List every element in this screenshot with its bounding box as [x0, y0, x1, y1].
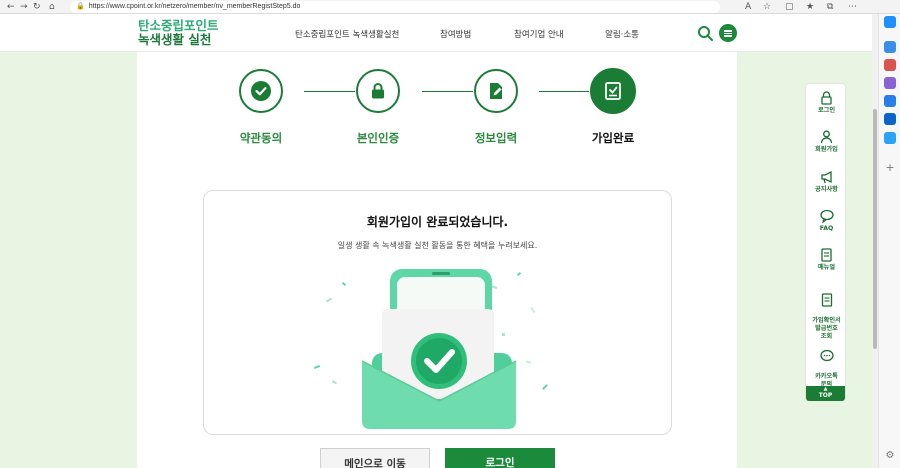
- scroll-top-button[interactable]: ▲ TOP: [806, 386, 845, 401]
- nav-item-how-to-join[interactable]: 참여방법: [440, 28, 471, 40]
- favorite-icon[interactable]: ☆: [763, 1, 771, 13]
- quick-faq[interactable]: FAQ: [806, 209, 847, 233]
- step-terms: [239, 69, 283, 113]
- menu-icon-line: [724, 32, 732, 34]
- menu-icon-line: [724, 35, 732, 37]
- user-icon: [820, 130, 833, 144]
- megaphone-icon: [820, 170, 832, 184]
- completion-subtitle: 일생 생활 속 녹색생활 실천 활동을 통한 혜택을 누려보세요.: [337, 241, 538, 250]
- outlook-icon[interactable]: [884, 113, 896, 125]
- url-text: https://www.cpoint.or.kr/netzero/member/…: [88, 3, 301, 10]
- back-icon[interactable]: ←: [7, 1, 15, 13]
- address-bar[interactable]: 🔒 https://www.cpoint.or.kr/netzero/member…: [70, 1, 720, 13]
- completion-card: 회원가입이 완료되었습니다. 일생 생활 속 녹색생활 실천 활동을 통한 혜택…: [203, 190, 672, 435]
- logo-line1: 탄소중립포인트: [138, 18, 219, 33]
- toolbox-icon[interactable]: [884, 59, 896, 71]
- nav-item-partners[interactable]: 참여기업 안내: [514, 28, 564, 40]
- quick-notice[interactable]: 공지사항: [806, 170, 847, 194]
- step-complete: [590, 68, 636, 114]
- page: 탄소중립포인트 녹색생활 실천 탄소중립포인트 녹색생활실천 참여방법 참여기업…: [0, 15, 872, 468]
- step-label-terms: 약관동의: [239, 131, 283, 145]
- step-label-complete: 가입완료: [591, 131, 635, 145]
- quick-login-label: 로그인: [817, 107, 836, 114]
- quick-login[interactable]: 로그인: [806, 91, 847, 115]
- quick-faq-label: FAQ: [819, 225, 834, 232]
- login-button[interactable]: 로그인: [445, 448, 555, 468]
- certificate-icon: [821, 293, 832, 307]
- edit-document-icon: [486, 81, 506, 101]
- step-verification: [356, 69, 400, 113]
- kakao-chat-icon: [819, 349, 834, 362]
- step-connector: [422, 91, 473, 92]
- games-icon[interactable]: [884, 77, 896, 89]
- check-icon: [251, 81, 271, 101]
- faq-chat-icon: [819, 209, 834, 223]
- phone-envelope-illustration: [313, 269, 548, 429]
- read-aloud-icon[interactable]: A: [745, 1, 751, 13]
- scroll-top-label: TOP: [818, 392, 833, 399]
- menu-button[interactable]: [719, 24, 737, 42]
- site-logo[interactable]: 탄소중립포인트 녹색생활 실천: [138, 19, 219, 47]
- more-icon[interactable]: ⋯: [848, 1, 857, 13]
- lock-icon: 🔒: [76, 3, 85, 10]
- settings-icon[interactable]: ⚙: [884, 450, 896, 462]
- scrollbar-thumb[interactable]: [873, 109, 877, 349]
- add-icon[interactable]: +: [884, 162, 896, 174]
- nav-item-notice[interactable]: 알림·소통: [605, 28, 639, 40]
- home-icon[interactable]: ⌂: [49, 1, 55, 13]
- browser-sidebar: + ⚙: [878, 14, 900, 468]
- office-icon[interactable]: [884, 95, 896, 107]
- quick-signup-label: 회원가입: [815, 146, 838, 153]
- go-to-main-button[interactable]: 메인으로 이동: [320, 448, 430, 468]
- manual-icon: [821, 248, 832, 262]
- lock-icon: [821, 91, 832, 105]
- nav-item-green-life[interactable]: 탄소중립포인트 녹색생활실천: [295, 28, 399, 40]
- menu-icon: [724, 30, 732, 32]
- complete-document-icon: [603, 81, 623, 101]
- quick-signup[interactable]: 회원가입: [806, 130, 847, 154]
- favorites-bar-icon[interactable]: ★: [806, 1, 814, 13]
- collections-icon[interactable]: ⧉: [827, 1, 833, 13]
- quick-manual[interactable]: 매뉴얼: [806, 248, 847, 272]
- site-header: 탄소중립포인트 녹색생활 실천 탄소중립포인트 녹색생활실천 참여방법 참여기업…: [0, 15, 872, 52]
- step-connector: [304, 91, 355, 92]
- quick-kakao[interactable]: 카카오톡 문의: [806, 341, 847, 389]
- shopping-icon[interactable]: [884, 132, 896, 144]
- signup-complete-panel: 약관동의 본인인증 정보입력 가입완료 회원가입이 완료되었습니다. 일생 생활…: [137, 52, 737, 468]
- step-label-verification: 본인인증: [356, 131, 400, 145]
- quick-certificate[interactable]: 가입확인서 발급번호 조회: [806, 285, 847, 341]
- logo-line2: 녹색생활 실천: [138, 32, 212, 47]
- completion-title: 회원가입이 완료되었습니다.: [366, 215, 509, 229]
- split-screen-icon[interactable]: ▢: [785, 1, 794, 13]
- step-label-info-input: 정보입력: [474, 131, 518, 145]
- browser-toolbar: ← → ↻ ⌂ 🔒 https://www.cpoint.or.kr/netzer…: [0, 0, 900, 14]
- quick-manual-label: 매뉴얼: [817, 264, 836, 271]
- step-connector: [539, 91, 589, 92]
- copilot-icon[interactable]: [884, 16, 896, 28]
- tag-icon[interactable]: [884, 41, 896, 53]
- refresh-icon[interactable]: ↻: [33, 1, 41, 13]
- quick-notice-label: 공지사항: [815, 186, 838, 193]
- forward-icon[interactable]: →: [20, 1, 28, 13]
- search-icon[interactable]: [697, 25, 713, 41]
- quick-certificate-label: 가입확인서 발급번호 조회: [812, 317, 841, 340]
- page-scrollbar[interactable]: [872, 14, 878, 468]
- quick-menu: 로그인 회원가입 공지사항 FAQ 매뉴얼 가입확인서 발급번호 조회 카카오톡…: [805, 83, 846, 401]
- step-info-input: [474, 69, 518, 113]
- lock-icon: [368, 81, 388, 101]
